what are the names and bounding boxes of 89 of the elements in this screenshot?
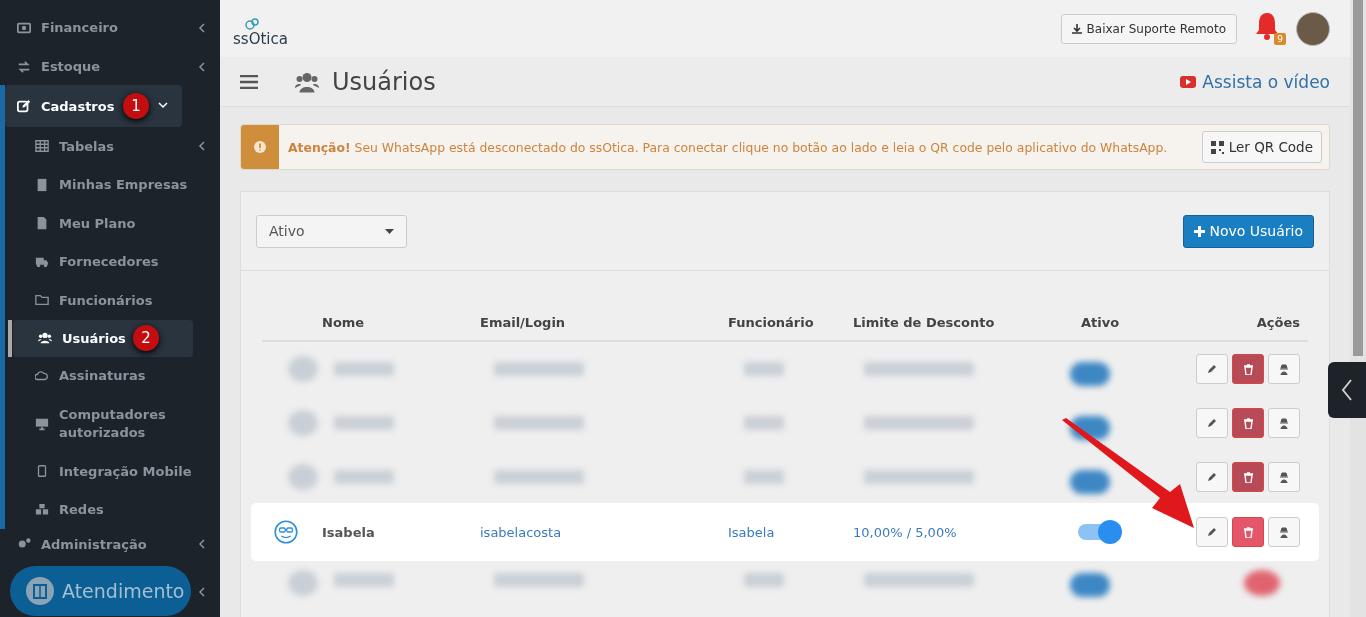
support-button[interactable]: Atendimento [10,566,191,616]
permissions-button[interactable] [1268,354,1300,384]
delete-button[interactable] [1232,462,1264,492]
column-header: Nome [322,314,365,330]
user-secret-icon [1279,363,1289,375]
user-secret-icon [1279,417,1289,429]
alert-message: Atenção! Seu WhatsApp está desconectado do ssOtica. Para conectar clique no botão ao lado e leia o QR code pelo aplicativo do WhatsApp. [288,139,1169,155]
notifications-button[interactable]: 9 [1255,12,1286,45]
scrollbar[interactable] [1350,0,1366,617]
play-icon [1180,75,1197,88]
status-select[interactable]: Ativo [256,214,407,248]
exchange-icon [17,59,31,74]
chevron-left-icon [198,539,206,549]
bell-icon [1255,12,1279,40]
trash-icon [1243,363,1253,375]
video-link[interactable]: Assista o vídeo [1180,71,1330,92]
menu-item[interactable]: Financeiro [0,8,220,47]
submenu-item[interactable]: Funcionários [5,281,220,320]
pencil-icon [1207,418,1217,428]
menu-item[interactable]: Administração [0,529,220,559]
caret-icon [385,228,394,234]
step-badge: 2 [133,325,159,351]
user-avatar[interactable] [1296,11,1330,46]
delete-button[interactable] [1232,517,1264,547]
permissions-button[interactable] [1268,408,1300,438]
chevron-left-icon [198,587,206,597]
pencil-icon [1207,472,1217,482]
exclamation-icon [254,141,266,153]
permissions-button[interactable] [1268,517,1300,547]
active-toggle[interactable] [1078,520,1122,544]
chevron-left-icon [1341,379,1353,401]
file-icon [35,216,49,231]
money-icon [17,20,31,35]
monitor-icon [35,416,49,431]
trash-icon [1243,526,1253,538]
pencil-icon [1207,527,1217,537]
smiley-avatar-icon [274,517,298,547]
submenu-item[interactable]: Tabelas [5,127,220,166]
chevron-left-icon [198,22,206,33]
chevron-left-icon [198,61,206,72]
active-marker [8,319,12,357]
table-icon [35,139,49,154]
cloud-icon [35,368,49,383]
menu-item[interactable]: Estoque [0,47,220,86]
qr-code-button[interactable]: Ler QR Code [1201,131,1322,163]
side-panel-toggle[interactable] [1328,362,1366,418]
menu-icon[interactable] [240,74,258,89]
chevron-left-icon [198,141,206,152]
user-login: isabelacosta [480,524,562,540]
folder-icon [35,293,49,308]
column-header: Ações [1256,314,1300,330]
discount-limit: 10,00% / 5,00% [853,524,957,540]
submenu-item[interactable]: Integração Mobile [5,452,220,491]
employee-name: Isabela [728,524,775,540]
users-icon [38,331,52,345]
page-title: Usuários [332,67,436,96]
submenu-item[interactable]: Meu Plano [5,204,220,243]
submenu-item[interactable]: Assinaturas [5,356,220,395]
submenu-item[interactable]: Minhas Empresas [5,165,220,204]
download-icon [1071,23,1082,34]
delete-button[interactable] [1232,354,1264,384]
trash-icon [1243,471,1253,483]
column-header: Email/Login [480,314,566,330]
submenu-item[interactable]: Computadores autorizados [5,395,220,452]
submenu-item[interactable]: Fornecedores [5,242,220,281]
building-icon [35,177,49,192]
step-badge: 1 [123,93,149,119]
trash-icon [1243,417,1253,429]
permissions-button[interactable] [1268,462,1300,492]
download-button[interactable]: Baixar Suporte Remoto [1060,13,1237,44]
cubes-icon [35,502,49,517]
notification-count: 9 [1274,33,1286,45]
column-header: Ativo [1080,314,1120,330]
pencil-icon [1207,364,1217,374]
column-header: Limite de Desconto [853,314,995,330]
plus-icon [1194,225,1206,237]
qr-code-icon [1210,140,1224,154]
user-name: Isabela [322,524,375,540]
tablet-icon [35,464,49,479]
column-header: Funcionário [728,314,814,330]
submenu-item[interactable]: Redes [5,490,220,529]
chevron-down-icon [158,101,168,109]
menu-item[interactable]: Cadastros 1 [5,85,182,127]
logo[interactable]: ssOtica [233,17,288,46]
user-secret-icon [1279,471,1289,483]
new-user-button[interactable]: Novo Usuário [1183,214,1314,248]
edit-icon [17,99,31,113]
delete-button[interactable] [1232,408,1264,438]
user-secret-icon [1279,526,1289,538]
